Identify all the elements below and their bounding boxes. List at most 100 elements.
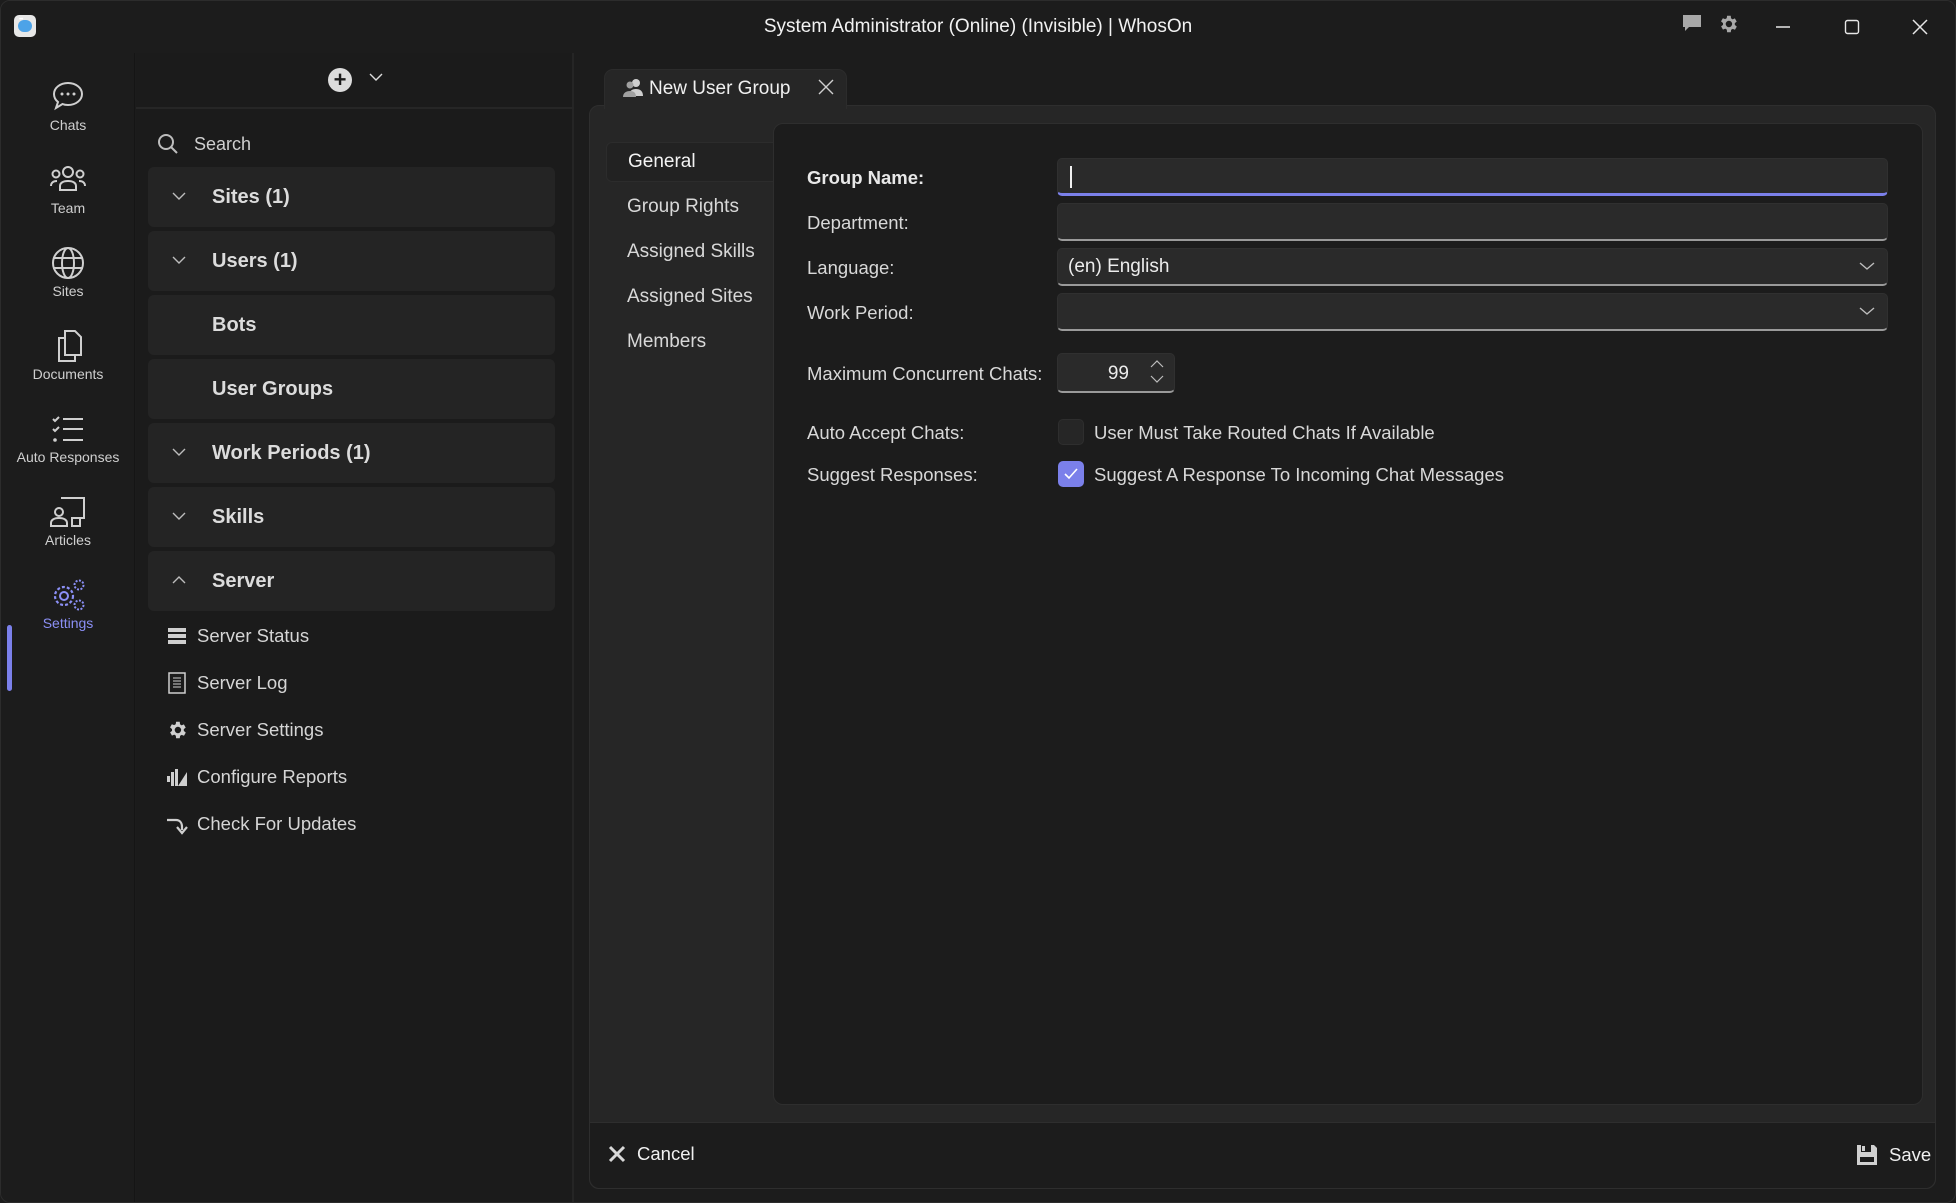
- subnav-group-rights[interactable]: Group Rights: [606, 187, 786, 227]
- server-status-icon: [166, 625, 188, 647]
- chevron-down-icon[interactable]: [1150, 374, 1164, 384]
- department-input[interactable]: [1057, 203, 1888, 241]
- nav-rail: Chats Team Sites Documents Auto Response…: [1, 53, 135, 1202]
- group-name-label: Group Name:: [807, 167, 925, 188]
- rail-label: Chats: [49, 117, 87, 133]
- active-indicator: [7, 625, 12, 691]
- auto-accept-option[interactable]: User Must Take Routed Chats If Available: [1094, 422, 1435, 444]
- language-select[interactable]: (en) English: [1057, 248, 1888, 286]
- max-chats-value: 99: [1107, 363, 1129, 384]
- checklist-icon: [52, 416, 83, 442]
- work-period-label: Work Period:: [807, 302, 914, 323]
- save-label: Save: [1889, 1144, 1932, 1165]
- subnav-members[interactable]: Members: [606, 322, 786, 362]
- tree-item-label: Server Log: [197, 672, 288, 693]
- section-users[interactable]: Users (1): [148, 231, 555, 291]
- articles-icon: [50, 497, 85, 527]
- chevron-up-icon[interactable]: [1150, 359, 1164, 369]
- rail-label: Sites: [52, 283, 84, 299]
- section-label: Users (1): [212, 249, 298, 272]
- tree-item-label: Check For Updates: [197, 813, 357, 834]
- auto-accept-label: Auto Accept Chats:: [807, 422, 965, 443]
- app-window: System Administrator (Online) (Invisible…: [0, 0, 1956, 1203]
- checkmark-icon: [1064, 468, 1078, 480]
- chevron-down-icon: [172, 512, 186, 520]
- settings-gears-icon: [53, 579, 85, 611]
- rail-item-documents[interactable]: Documents: [1, 328, 135, 404]
- subnav-assigned-skills[interactable]: Assigned Skills: [606, 232, 786, 272]
- globe-icon: [52, 247, 84, 279]
- tab-new-user-group[interactable]: New User Group: [604, 69, 847, 109]
- section-work-periods[interactable]: Work Periods (1): [148, 423, 555, 483]
- rail-label: Articles: [45, 532, 91, 548]
- text-caret: [1070, 166, 1072, 188]
- documents-icon: [58, 330, 82, 362]
- title-bar: System Administrator (Online) (Invisible…: [1, 1, 1955, 53]
- chat-icon[interactable]: [1681, 13, 1703, 39]
- section-user-groups[interactable]: User Groups: [148, 359, 555, 419]
- department-label: Department:: [807, 212, 909, 233]
- rail-item-chats[interactable]: Chats: [1, 79, 135, 155]
- rail-label: Team: [50, 200, 86, 216]
- rail-item-auto-responses[interactable]: Auto Responses: [1, 411, 135, 487]
- tree-item-configure-reports[interactable]: Configure Reports: [166, 762, 347, 792]
- language-label: Language:: [807, 257, 895, 278]
- language-value: (en) English: [1068, 256, 1170, 277]
- save-button[interactable]: Save: [1855, 1143, 1931, 1167]
- tree-item-server-log[interactable]: Server Log: [166, 668, 288, 698]
- tree-item-label: Configure Reports: [197, 766, 348, 787]
- tree-item-label: Server Status: [197, 625, 310, 646]
- close-tab-icon[interactable]: [817, 78, 835, 96]
- close-window-button[interactable]: [1897, 9, 1943, 45]
- add-dropdown-chevron-icon[interactable]: [368, 69, 384, 85]
- subnav-assigned-sites[interactable]: Assigned Sites: [606, 277, 786, 317]
- search-placeholder: Search: [194, 133, 252, 154]
- section-label: Bots: [212, 313, 257, 336]
- search-icon: [158, 134, 178, 154]
- suggest-responses-option[interactable]: Suggest A Response To Incoming Chat Mess…: [1094, 464, 1504, 486]
- tab-label: New User Group: [649, 78, 791, 99]
- auto-accept-checkbox[interactable]: [1058, 419, 1084, 445]
- section-label: Work Periods (1): [212, 441, 371, 464]
- rail-item-team[interactable]: Team: [1, 162, 135, 238]
- section-label: User Groups: [212, 377, 334, 400]
- gear-icon[interactable]: [1717, 13, 1739, 41]
- rail-item-sites[interactable]: Sites: [1, 245, 135, 321]
- section-sites[interactable]: Sites (1): [148, 167, 555, 227]
- max-chats-stepper[interactable]: 99: [1057, 353, 1175, 393]
- minimize-button[interactable]: [1760, 9, 1806, 45]
- group-name-input[interactable]: [1057, 158, 1888, 196]
- cancel-button[interactable]: Cancel: [607, 1143, 695, 1165]
- tree-item-server-settings[interactable]: Server Settings: [166, 715, 323, 745]
- cancel-label: Cancel: [637, 1143, 695, 1164]
- rail-item-articles[interactable]: Articles: [1, 494, 135, 570]
- editor-footer: Cancel Save: [590, 1122, 1935, 1188]
- add-icon[interactable]: +: [328, 68, 352, 92]
- subnav-general[interactable]: General: [606, 142, 786, 182]
- chevron-down-icon: [1859, 262, 1875, 270]
- section-skills[interactable]: Skills: [148, 487, 555, 547]
- chevron-down-icon: [172, 448, 186, 456]
- chevron-up-icon: [172, 576, 186, 584]
- tree-item-server-status[interactable]: Server Status: [166, 621, 309, 651]
- tree-item-check-for-updates[interactable]: Check For Updates: [166, 809, 356, 839]
- update-arrow-icon: [166, 813, 188, 835]
- suggest-responses-checkbox[interactable]: [1058, 461, 1084, 487]
- max-chats-label: Maximum Concurrent Chats:: [807, 363, 1043, 384]
- log-document-icon: [166, 672, 188, 694]
- rail-label: Settings: [42, 615, 94, 631]
- section-label: Sites (1): [212, 185, 290, 208]
- rail-item-settings[interactable]: Settings: [1, 577, 135, 653]
- search-input[interactable]: Search: [156, 127, 556, 161]
- section-server[interactable]: Server: [148, 551, 555, 611]
- section-bots[interactable]: Bots: [148, 295, 555, 355]
- chevron-down-icon: [1859, 307, 1875, 315]
- team-icon: [50, 166, 86, 191]
- maximize-button[interactable]: [1829, 9, 1875, 45]
- section-label: Server: [212, 569, 275, 592]
- work-period-select[interactable]: [1057, 293, 1888, 331]
- user-group-icon: [623, 78, 645, 103]
- rail-label: Documents: [32, 366, 104, 382]
- rail-label: Auto Responses: [16, 449, 120, 465]
- section-label: Skills: [212, 505, 265, 528]
